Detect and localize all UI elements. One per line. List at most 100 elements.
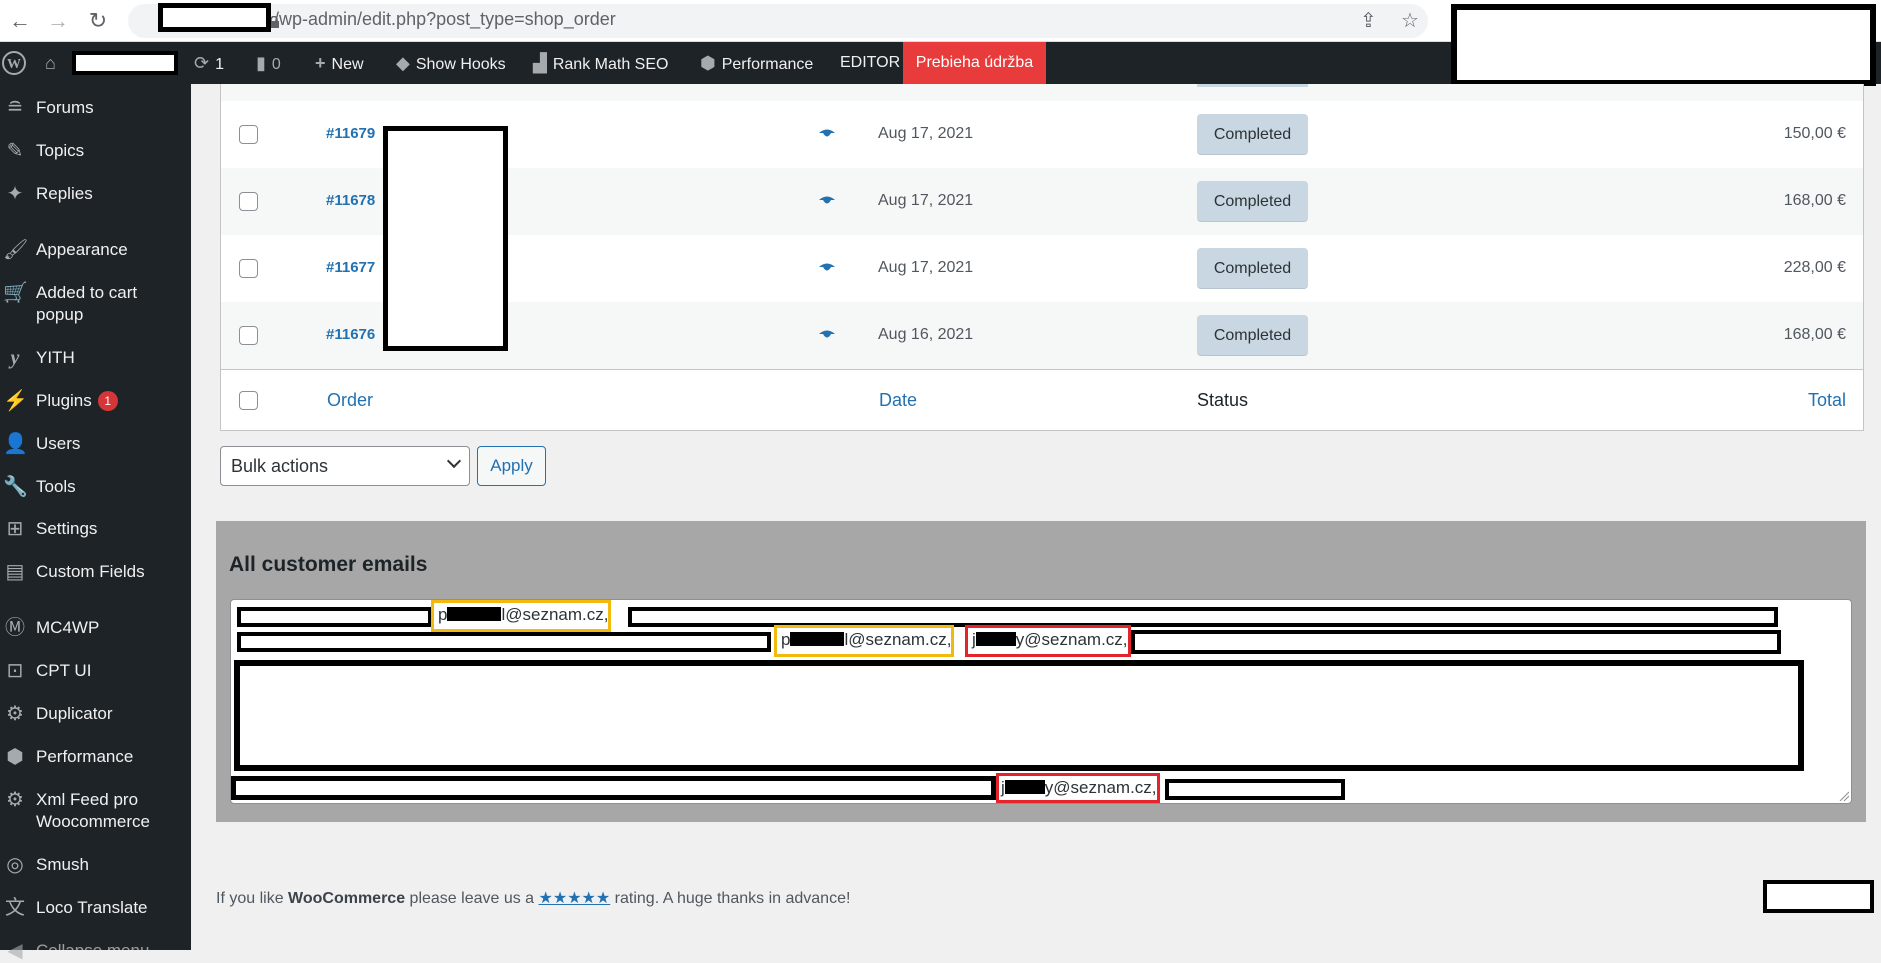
duplicator-icon: ⚙ [6,703,24,725]
table-row-partial [221,84,1863,101]
order-total: 150,00 € [1783,125,1846,142]
customer-emails-title: All customer emails [229,553,428,576]
apply-button[interactable]: Apply [477,446,546,486]
plus-icon: + [315,53,326,73]
redacted-emails [231,776,996,800]
table-footer-header: Order Date Status Total [221,369,1863,430]
order-link[interactable]: #11676 [326,326,375,343]
share-icon[interactable]: ⇪ [1360,8,1377,33]
redacted-emails [628,607,1778,627]
rank-math-icon: ▟ [533,53,547,73]
order-link[interactable]: #11677 [326,259,375,276]
preview-eye-icon[interactable] [818,262,836,274]
redacted-emails [237,632,771,652]
forums-icon: ≘ [6,97,24,119]
rating-stars-link[interactable]: ★★★★★ [539,890,611,907]
preview-eye-icon[interactable] [818,195,836,207]
cpt-ui-icon: ⊡ [6,660,24,682]
reload-icon[interactable]: ↻ [84,7,112,35]
maintenance-mode-notice[interactable]: Prebieha údržba [903,42,1046,84]
order-total: 168,00 € [1783,326,1846,343]
order-date: Aug 17, 2021 [878,192,974,209]
wrench-icon: 🔧 [3,476,28,498]
comments-menu[interactable]: ▮ 0 [256,42,281,84]
svg-text:W: W [7,57,21,72]
home-icon[interactable]: ⌂ [45,42,62,84]
order-total: 228,00 € [1783,259,1846,276]
replies-icon: ✦ [6,183,24,205]
updates-menu[interactable]: ⟳ 1 [194,42,224,84]
row-checkbox[interactable] [239,192,258,211]
customer-emails-textarea[interactable]: p l@seznam.cz, p l@seznam.cz, j y@seznam.cz… [230,599,1852,804]
performance-icon: ⬢ [6,746,24,768]
smush-icon: ◎ [6,854,24,876]
gear-icon: ⚙ [6,789,24,811]
order-link[interactable]: #11679 [326,125,375,142]
order-link[interactable]: #11678 [326,192,375,209]
redacted-emails [234,660,1804,771]
updates-icon: ⟳ [194,53,210,73]
url-text[interactable]: /wp-admin/edit.php?post_type=shop_order [274,9,616,30]
column-order-sort[interactable]: Order [327,390,373,411]
plugins-update-badge: 1 [97,391,118,411]
redacted-emails [1131,630,1781,654]
back-icon[interactable]: ← [6,7,34,35]
topics-icon: ✎ [6,140,24,162]
redacted-domain [158,3,271,32]
order-total: 168,00 € [1783,192,1846,209]
performance-icon: ⬢ [700,53,716,73]
bulk-actions-select[interactable]: Bulk actions [220,446,470,486]
forward-icon[interactable]: → [44,7,72,35]
highlighted-email: j y@seznam.cz, [996,773,1160,803]
editor-menu[interactable]: EDITOR [840,42,900,84]
collapse-icon: ◀ [7,940,23,962]
redacted-customer-names [383,126,508,351]
preview-eye-icon[interactable] [818,329,836,341]
status-badge: Completed [1197,315,1308,356]
bookmark-star-icon[interactable]: ☆ [1401,8,1419,33]
highlighted-email: p l@seznam.cz, [431,600,612,632]
highlighted-email: j y@seznam.cz, [965,625,1131,657]
rank-math-menu[interactable]: ▟ Rank Math SEO [533,42,668,84]
new-content-menu[interactable]: + New [315,42,364,84]
redacted-user-area [1451,4,1876,86]
tag-icon: ◆ [396,53,410,73]
status-badge: Completed [1197,248,1308,289]
cart-icon: 🛒 [3,282,28,304]
performance-menu[interactable]: ⬢ Performance [700,42,813,84]
column-status: Status [1197,390,1249,410]
plugin-icon: ⚡ [3,390,28,412]
paintbrush-icon: 🖌 [3,239,29,261]
status-badge: Completed [1197,114,1308,155]
resize-handle-icon[interactable] [1839,791,1849,801]
woocommerce-brand: WooCommerce [288,890,406,907]
comment-icon: ▮ [256,53,266,73]
row-checkbox[interactable] [239,326,258,345]
order-date: Aug 17, 2021 [878,259,974,276]
customer-emails-panel: All customer emails p l@seznam.cz, p l@sez… [216,521,1866,822]
mc4wp-icon: Ⓜ [5,617,25,639]
redacted-emails [237,607,432,627]
custom-fields-icon: ▤ [5,561,25,583]
footer-rating-text: If you like WooCommerce please leave us … [216,890,851,907]
row-checkbox[interactable] [239,125,258,144]
user-icon: 👤 [3,433,28,455]
settings-icon: ⊞ [6,518,24,540]
redacted-emails [1165,779,1345,800]
redacted-version [1763,880,1874,913]
preview-eye-icon[interactable] [818,128,836,140]
order-date: Aug 16, 2021 [878,326,974,343]
order-date: Aug 17, 2021 [878,125,974,142]
select-all-checkbox[interactable] [239,391,258,410]
wordpress-logo-icon[interactable]: W [2,42,26,84]
row-checkbox[interactable] [239,259,258,278]
column-total-sort[interactable]: Total [1808,390,1846,411]
yith-icon: y [10,347,20,369]
show-hooks-menu[interactable]: ◆ Show Hooks [396,42,506,84]
status-badge: Completed [1197,181,1308,222]
highlighted-email: p l@seznam.cz, [774,625,955,657]
chevron-down-icon [446,453,462,469]
column-date-sort[interactable]: Date [879,390,917,411]
redacted-site-name [72,51,178,75]
admin-sidebar: ≘ Forums ✎ Topics ✦ Replies 🖌 Appearance 🛒 Ad… [0,84,191,962]
